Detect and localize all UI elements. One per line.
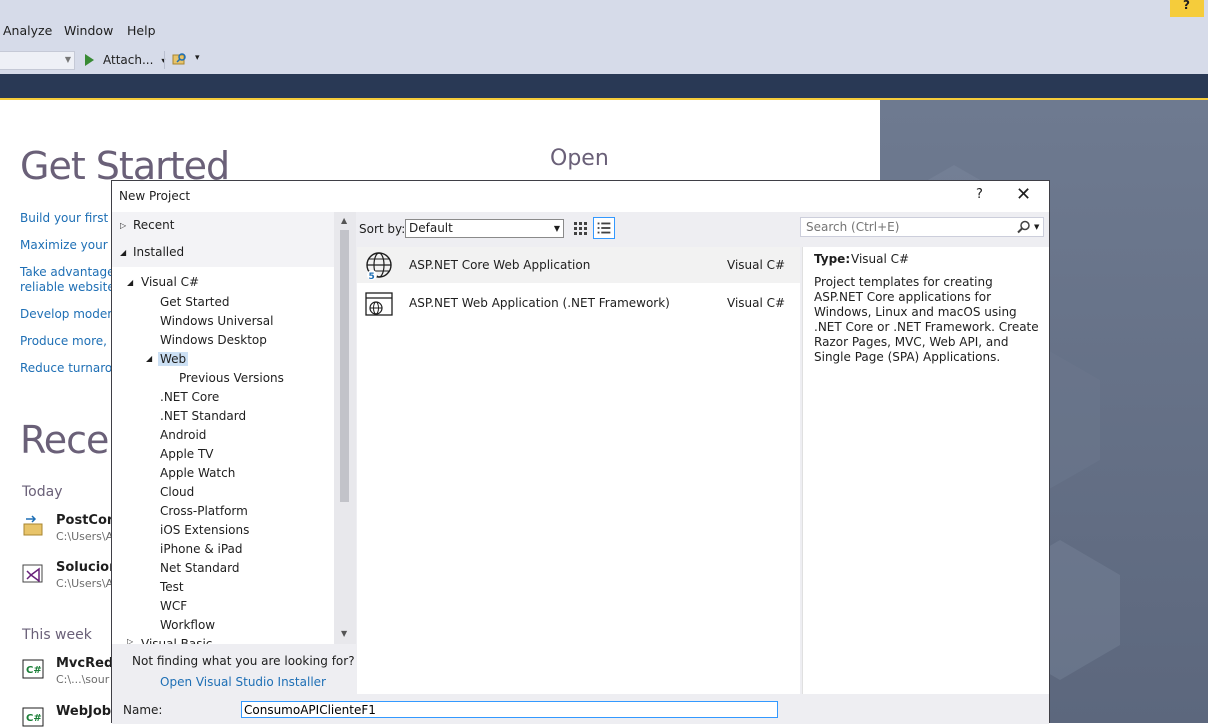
tree-item[interactable]: iPhone & iPad [160, 542, 243, 556]
start-link[interactable]: Develop modern, [20, 307, 123, 321]
toolbar-overflow-icon[interactable]: ▾ [195, 53, 200, 63]
not-finding-panel: Not finding what you are looking for? Op… [112, 644, 356, 694]
tree-item[interactable]: Apple TV [160, 447, 214, 461]
name-label: Name: [123, 703, 163, 717]
svg-text:C#: C# [26, 665, 42, 676]
project-name-input[interactable] [241, 701, 778, 718]
chevron-expanded-icon: ◢ [120, 248, 127, 257]
scroll-up-icon[interactable]: ▲ [341, 216, 347, 225]
tree-item[interactable]: Previous Versions [179, 371, 284, 385]
start-link[interactable]: Take advantage o [20, 265, 126, 279]
start-link[interactable]: Maximize your pr [20, 238, 124, 252]
search-input[interactable] [804, 219, 1018, 235]
start-link[interactable]: Produce more, fi [20, 334, 118, 348]
menu-window[interactable]: Window [64, 23, 113, 38]
start-link[interactable]: reliable websites [20, 280, 121, 294]
tree-item-recent[interactable]: ▷ Recent [112, 215, 356, 236]
template-row-selected[interactable]: 5 ASP.NET Core Web Application Visual C# [357, 247, 800, 283]
play-icon [85, 54, 94, 66]
close-button[interactable]: ✕ [1016, 184, 1031, 205]
csharp-project-icon: C# [22, 659, 44, 679]
template-description-pane: Type: Visual C# Project templates for cr… [802, 247, 1049, 694]
tree-item[interactable]: Get Started [160, 295, 230, 309]
type-value: Visual C# [851, 252, 910, 266]
aspnet-web-app-icon [365, 292, 393, 316]
group-this-week: This week [22, 627, 92, 643]
type-label: Type: [814, 252, 851, 266]
search-icon [1017, 220, 1030, 234]
start-link[interactable]: Reduce turnarou [20, 361, 120, 375]
tree-item[interactable]: Apple Watch [160, 466, 235, 480]
sort-label: Sort by: [359, 222, 406, 236]
template-description: Project templates for creating ASP.NET C… [814, 275, 1039, 364]
tree-item[interactable]: WCF [160, 599, 187, 613]
tree-item-visual-basic-clipped[interactable]: ▷ Visual Basic [112, 636, 334, 644]
chevron-down-icon[interactable]: ▼ [1034, 223, 1039, 231]
menu-analyze[interactable]: Analyze [3, 23, 52, 38]
csharp-project-icon: C# [22, 707, 44, 727]
tree-scrollbar[interactable]: ▲ ▼ [334, 212, 356, 644]
chevron-expanded-icon: ◢ [127, 278, 134, 287]
tree-item[interactable]: Net Standard [160, 561, 239, 575]
svg-text:C#: C# [26, 713, 42, 724]
chevron-down-icon: ▼ [553, 224, 560, 233]
new-project-dialog: New Project ? ✕ ▷ Recent ◢ Installed ◢ V… [111, 180, 1050, 724]
sort-by-select[interactable]: Default ▼ [405, 219, 564, 238]
project-file-icon [23, 515, 43, 536]
grid-view-icon[interactable] [571, 219, 589, 237]
tree-item[interactable]: .NET Standard [160, 409, 246, 423]
open-title: Open [550, 146, 609, 171]
project-name-row: Name: [112, 694, 1049, 724]
tree-item-web-selected[interactable]: Web [158, 352, 189, 366]
template-name: ASP.NET Web Application (.NET Framework) [409, 296, 670, 310]
chevron-right-icon: ▷ [120, 221, 127, 230]
toolbar: ▼ Attach... ▾ ▾ [0, 45, 1208, 74]
menu-bar: Analyze Window Help [0, 0, 1208, 45]
attach-button[interactable]: Attach... ▾ [85, 51, 165, 69]
tree-item-installed[interactable]: ◢ Installed [112, 242, 356, 263]
scrollbar-thumb[interactable] [340, 230, 349, 502]
list-view-icon[interactable] [593, 217, 615, 239]
sort-bar: Sort by: Default ▼ [357, 212, 803, 247]
template-row[interactable]: ASP.NET Web Application (.NET Framework)… [357, 285, 800, 321]
dialog-title: New Project [119, 189, 191, 203]
configuration-combo[interactable]: ▼ [0, 51, 75, 70]
tree-item[interactable]: iOS Extensions [160, 523, 249, 537]
template-list: 5 ASP.NET Core Web Application Visual C#… [357, 247, 800, 694]
title-strip [0, 74, 1208, 100]
chevron-expanded-icon: ◢ [146, 354, 153, 363]
menu-help[interactable]: Help [127, 23, 156, 38]
find-in-files-icon[interactable] [172, 52, 188, 66]
dialog-title-bar: New Project ? ✕ [112, 181, 1049, 212]
chevron-right-icon: ▷ [127, 637, 134, 644]
chevron-down-icon: ▼ [64, 55, 71, 64]
tree-item[interactable]: Cross-Platform [160, 504, 248, 518]
search-templates-box[interactable]: ▼ [800, 217, 1044, 237]
template-name: ASP.NET Core Web Application [409, 258, 591, 272]
tree-item[interactable]: Workflow [160, 618, 215, 632]
template-language: Visual C# [727, 258, 786, 272]
help-button[interactable]: ? [976, 187, 983, 202]
tree-item[interactable]: Android [160, 428, 206, 442]
group-today: Today [22, 484, 63, 500]
attach-label: Attach... [103, 53, 154, 67]
template-category-tree: ▷ Recent ◢ Installed ◢ Visual C# Get Sta… [112, 212, 356, 644]
tree-item[interactable]: Windows Desktop [160, 333, 267, 347]
svg-text:5: 5 [369, 272, 375, 281]
tree-item[interactable]: Test [160, 580, 184, 594]
tree-item[interactable]: Cloud [160, 485, 194, 499]
aspnet-core-globe-icon: 5 [366, 252, 392, 281]
tree-item[interactable]: Windows Universal [160, 314, 273, 328]
vs-solution-icon [22, 564, 43, 583]
tree-item-visual-csharp[interactable]: ◢ Visual C# [112, 272, 356, 293]
notification-flag-icon[interactable]: ? [1170, 0, 1204, 17]
open-installer-link[interactable]: Open Visual Studio Installer [160, 675, 326, 689]
not-finding-text: Not finding what you are looking for? [132, 654, 355, 668]
tree-item[interactable]: .NET Core [160, 390, 219, 404]
template-language: Visual C# [727, 296, 786, 310]
toolbar-separator [164, 51, 165, 69]
scroll-down-icon[interactable]: ▼ [341, 629, 347, 638]
